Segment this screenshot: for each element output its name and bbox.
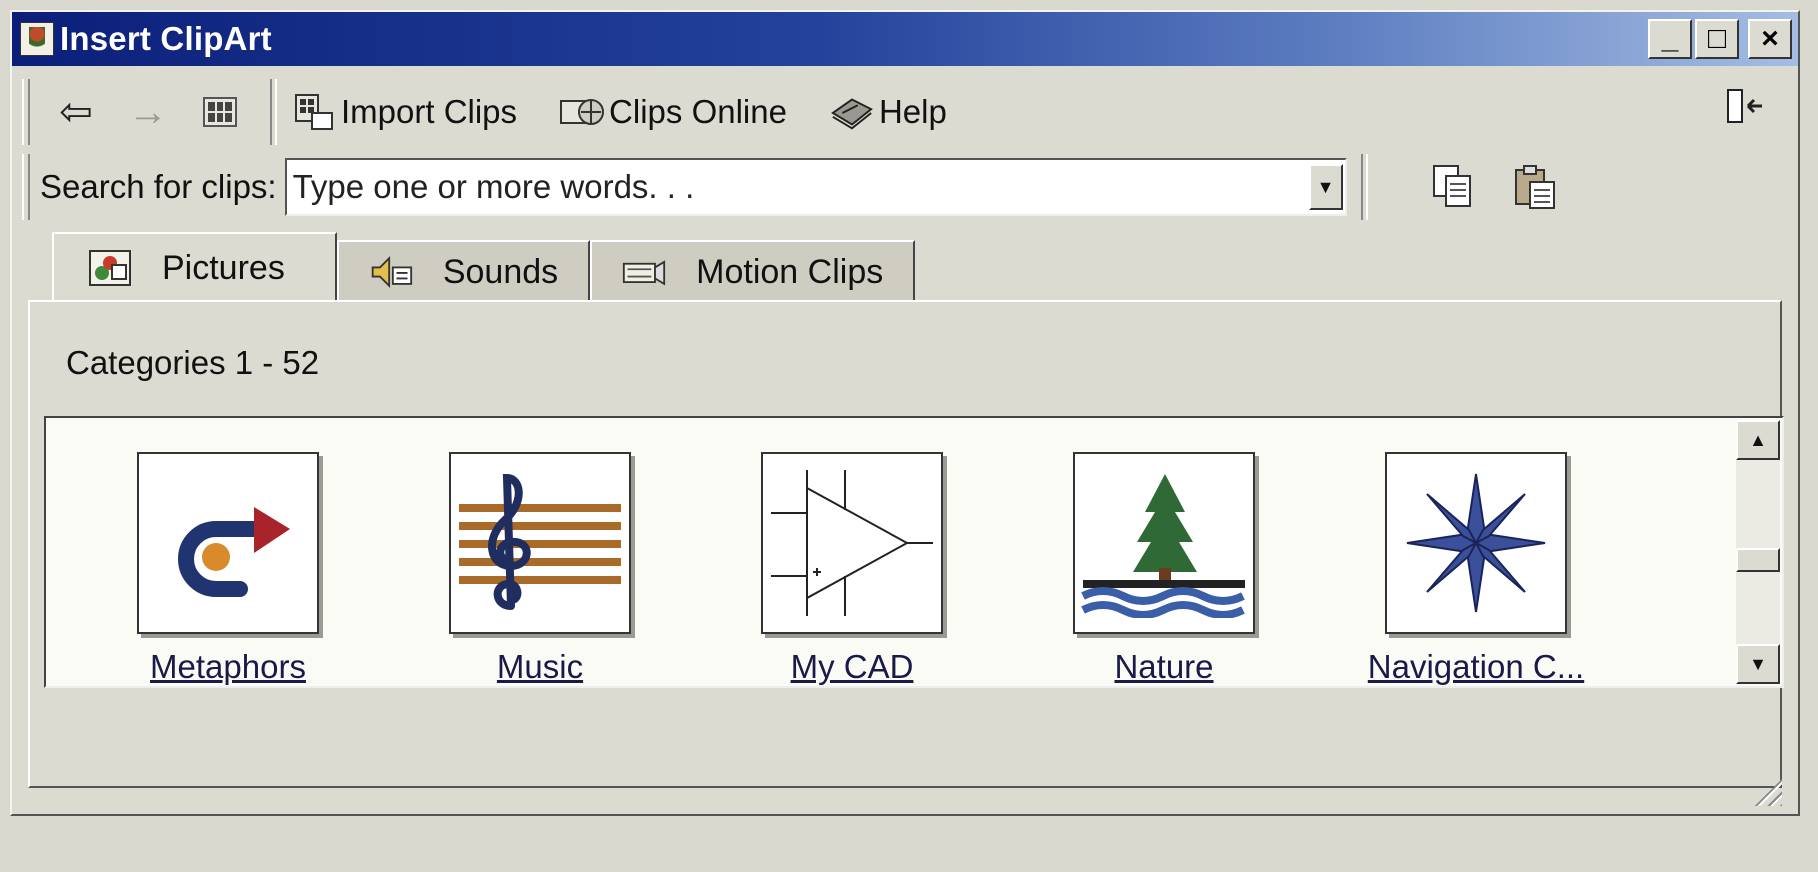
help-label: Help xyxy=(878,93,947,130)
window-title: Insert ClipArt xyxy=(60,20,272,57)
sounds-icon xyxy=(369,252,413,292)
category-label[interactable]: Music xyxy=(420,648,660,686)
toolbar-grip[interactable] xyxy=(22,79,30,145)
chevron-up-icon: ▲ xyxy=(1749,429,1767,450)
clipart-app-icon[interactable] xyxy=(20,22,54,56)
scroll-down-button[interactable]: ▼ xyxy=(1736,644,1780,684)
scroll-up-button[interactable]: ▲ xyxy=(1736,420,1780,460)
search-toolbar-grip[interactable] xyxy=(22,154,30,220)
search-dropdown-button[interactable]: ▼ xyxy=(1308,164,1343,210)
tab-motion-clips[interactable]: Motion Clips xyxy=(590,240,916,302)
title-bar[interactable]: Insert ClipArt _ □ × xyxy=(12,12,1798,66)
clipboard-buttons xyxy=(1396,162,1560,212)
back-button[interactable]: ⇦ xyxy=(40,82,112,142)
category-item-my-cad[interactable]: My CAD xyxy=(732,452,972,686)
categories-range-label: Categories 1 - 52 xyxy=(66,344,320,381)
category-item-music[interactable]: Music xyxy=(420,452,660,686)
tab-sounds[interactable]: Sounds xyxy=(336,240,591,302)
all-categories-icon xyxy=(203,97,237,127)
cad-amplifier-icon[interactable] xyxy=(761,452,943,634)
forward-button[interactable]: → xyxy=(112,82,184,142)
scroll-thumb[interactable] xyxy=(1736,548,1780,572)
category-list[interactable]: Metaphors Music My CAD Nature Navigation… xyxy=(44,416,1784,688)
help-book-icon xyxy=(829,92,875,132)
tree-water-icon[interactable] xyxy=(1073,452,1255,634)
category-label[interactable]: My CAD xyxy=(732,648,972,686)
all-categories-button[interactable] xyxy=(184,82,256,142)
category-item-metaphors[interactable]: Metaphors xyxy=(108,452,348,686)
minimize-button[interactable]: _ xyxy=(1648,19,1692,59)
back-arrow-icon: ⇦ xyxy=(59,90,93,134)
minimize-icon: _ xyxy=(1661,22,1679,55)
category-label[interactable]: Metaphors xyxy=(108,648,348,686)
close-button[interactable]: × xyxy=(1748,19,1792,59)
category-label[interactable]: Navigation C... xyxy=(1356,648,1596,686)
search-input[interactable] xyxy=(286,167,1295,207)
main-toolbar: ⇦ → Import Clips Clips Online Help xyxy=(22,72,1788,152)
toolbar-separator xyxy=(270,79,277,145)
import-clips-icon xyxy=(291,92,337,132)
search-label: Search for clips: xyxy=(40,168,277,205)
import-clips-button[interactable]: Import Clips xyxy=(291,92,517,132)
tab-pictures-label: Pictures xyxy=(162,248,285,287)
help-button[interactable]: Help xyxy=(829,92,947,132)
search-combobox[interactable]: ▼ xyxy=(284,158,1347,216)
clips-online-button[interactable]: Clips Online xyxy=(559,92,787,132)
tab-pictures[interactable]: Pictures xyxy=(52,232,337,302)
close-icon: × xyxy=(1761,22,1779,55)
maximize-icon: □ xyxy=(1707,22,1727,55)
forward-arrow-icon: → xyxy=(128,89,168,134)
vertical-scrollbar[interactable]: ▲ ▼ xyxy=(1736,420,1780,684)
change-to-small-window-icon[interactable] xyxy=(1724,86,1764,126)
import-clips-label: Import Clips xyxy=(341,93,518,130)
chevron-down-icon: ▼ xyxy=(1749,653,1767,674)
insert-clipart-window: Insert ClipArt _ □ × ⇦ → Import Clips Cl… xyxy=(10,10,1800,816)
tab-motion-clips-label: Motion Clips xyxy=(696,252,884,291)
clips-online-label: Clips Online xyxy=(609,93,787,130)
pictures-icon xyxy=(88,248,132,288)
clips-online-icon xyxy=(559,92,605,132)
metaphors-icon[interactable] xyxy=(137,452,319,634)
category-item-navigation[interactable]: Navigation C... xyxy=(1356,452,1596,686)
tab-sounds-label: Sounds xyxy=(442,252,559,291)
motion-clips-icon xyxy=(622,252,666,292)
category-item-nature[interactable]: Nature xyxy=(1044,452,1284,686)
search-separator xyxy=(1360,154,1368,220)
music-staff-icon[interactable] xyxy=(449,452,631,634)
chevron-down-icon: ▼ xyxy=(1316,176,1335,197)
search-toolbar: Search for clips: ▼ xyxy=(22,152,1788,222)
compass-star-icon[interactable] xyxy=(1385,452,1567,634)
paste-icon[interactable] xyxy=(1510,162,1560,212)
maximize-button[interactable]: □ xyxy=(1695,19,1739,59)
window-controls: _ □ × xyxy=(1648,19,1792,59)
category-label[interactable]: Nature xyxy=(1044,648,1284,686)
copy-icon[interactable] xyxy=(1428,162,1478,212)
media-type-tabs: Pictures Sounds Motion Clips xyxy=(52,232,916,302)
pictures-panel: Categories 1 - 52 Metaphors Music My CAD… xyxy=(28,300,1784,788)
